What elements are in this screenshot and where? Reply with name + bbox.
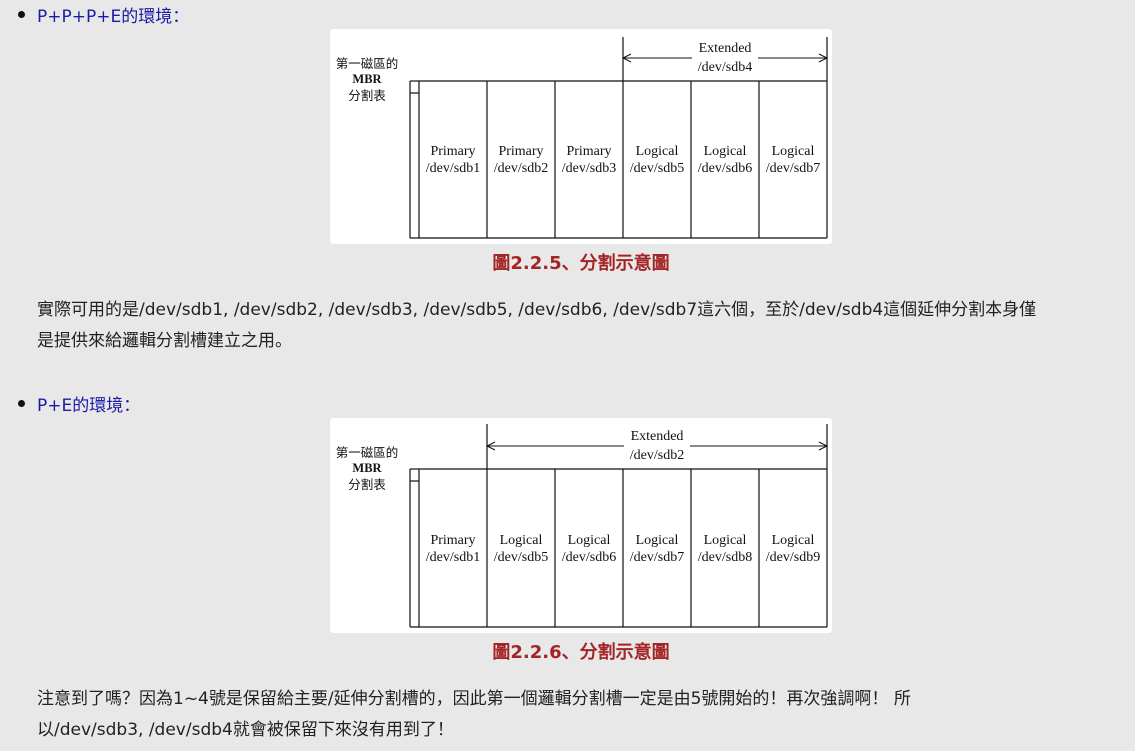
- partition-2-device: /dev/sdb2: [494, 161, 548, 176]
- section1-paragraph: 實際可用的是/dev/sdb1, /dev/sdb2, /dev/sdb3, /…: [37, 295, 1127, 357]
- extended-label: Extended: [699, 41, 752, 56]
- partition-4-type: Logical: [636, 144, 679, 159]
- partition-3-device: /dev/sdb6: [562, 550, 616, 565]
- partition-1-type: Primary: [430, 533, 475, 548]
- mbr-label-line3: 分割表: [348, 88, 386, 103]
- mbr-label-line1: 第一磁區的: [336, 56, 399, 71]
- partition-5-type: Logical: [704, 533, 747, 548]
- partition-3-type: Primary: [566, 144, 611, 159]
- partition-6-type: Logical: [772, 533, 815, 548]
- partition-6-device: /dev/sdb7: [766, 161, 820, 176]
- section1-paragraph-line2: 是提供來給邏輯分割槽建立之用。: [37, 331, 292, 351]
- extended-device: /dev/sdb2: [630, 448, 684, 463]
- section1-paragraph-line1: 實際可用的是/dev/sdb1, /dev/sdb2, /dev/sdb3, /…: [37, 300, 1037, 320]
- extended-device: /dev/sdb4: [698, 60, 752, 75]
- mbr-label-line3: 分割表: [348, 477, 386, 492]
- partition-3-type: Logical: [568, 533, 611, 548]
- mbr-label-line1: 第一磁區的: [336, 445, 399, 460]
- partition-1-type: Primary: [430, 144, 475, 159]
- section2-heading-text: P+E的環境：: [37, 396, 141, 416]
- section1-heading-text: P+P+P+E的環境：: [37, 7, 190, 27]
- figure-2-2-5-caption: 圖2.2.5、分割示意圖: [492, 253, 670, 274]
- partition-4-type: Logical: [636, 533, 679, 548]
- section2-paragraph-line2: 以/dev/sdb3, /dev/sdb4就會被保留下來沒有用到了！: [37, 720, 454, 740]
- figure-2-2-6-caption: 圖2.2.6、分割示意圖: [492, 642, 670, 663]
- section1-heading: P+P+P+E的環境：: [18, 2, 189, 27]
- mbr-label-line2: MBR: [352, 461, 382, 475]
- section2-heading: P+E的環境：: [18, 391, 140, 416]
- partition-5-type: Logical: [704, 144, 747, 159]
- partition-5-device: /dev/sdb6: [698, 161, 752, 176]
- partition-1-device: /dev/sdb1: [426, 550, 480, 565]
- partition-4-device: /dev/sdb7: [630, 550, 684, 565]
- partition-6-device: /dev/sdb9: [766, 550, 820, 565]
- partition-5-device: /dev/sdb8: [698, 550, 752, 565]
- partition-4-device: /dev/sdb5: [630, 161, 684, 176]
- bullet-icon: [18, 11, 25, 18]
- partition-2-type: Logical: [500, 533, 543, 548]
- partition-3-device: /dev/sdb3: [562, 161, 616, 176]
- figure-2-2-6: 第一磁區的 MBR 分割表 Extended /dev/sdb2 Primary…: [330, 418, 832, 633]
- partition-2-device: /dev/sdb5: [494, 550, 548, 565]
- bullet-icon: [18, 400, 25, 407]
- partition-1-device: /dev/sdb1: [426, 161, 480, 176]
- section2-paragraph-line1: 注意到了嗎？因為1~4號是保留給主要/延伸分割槽的，因此第一個邏輯分割槽一定是由…: [37, 689, 911, 709]
- extended-label: Extended: [631, 429, 684, 444]
- figure-2-2-5: 第一磁區的 MBR 分割表 Extended /dev/sdb4 Primary…: [330, 29, 832, 244]
- partition-2-type: Primary: [498, 144, 543, 159]
- mbr-label-line2: MBR: [352, 72, 382, 86]
- partition-6-type: Logical: [772, 144, 815, 159]
- section2-paragraph: 注意到了嗎？因為1~4號是保留給主要/延伸分割槽的，因此第一個邏輯分割槽一定是由…: [37, 684, 1127, 746]
